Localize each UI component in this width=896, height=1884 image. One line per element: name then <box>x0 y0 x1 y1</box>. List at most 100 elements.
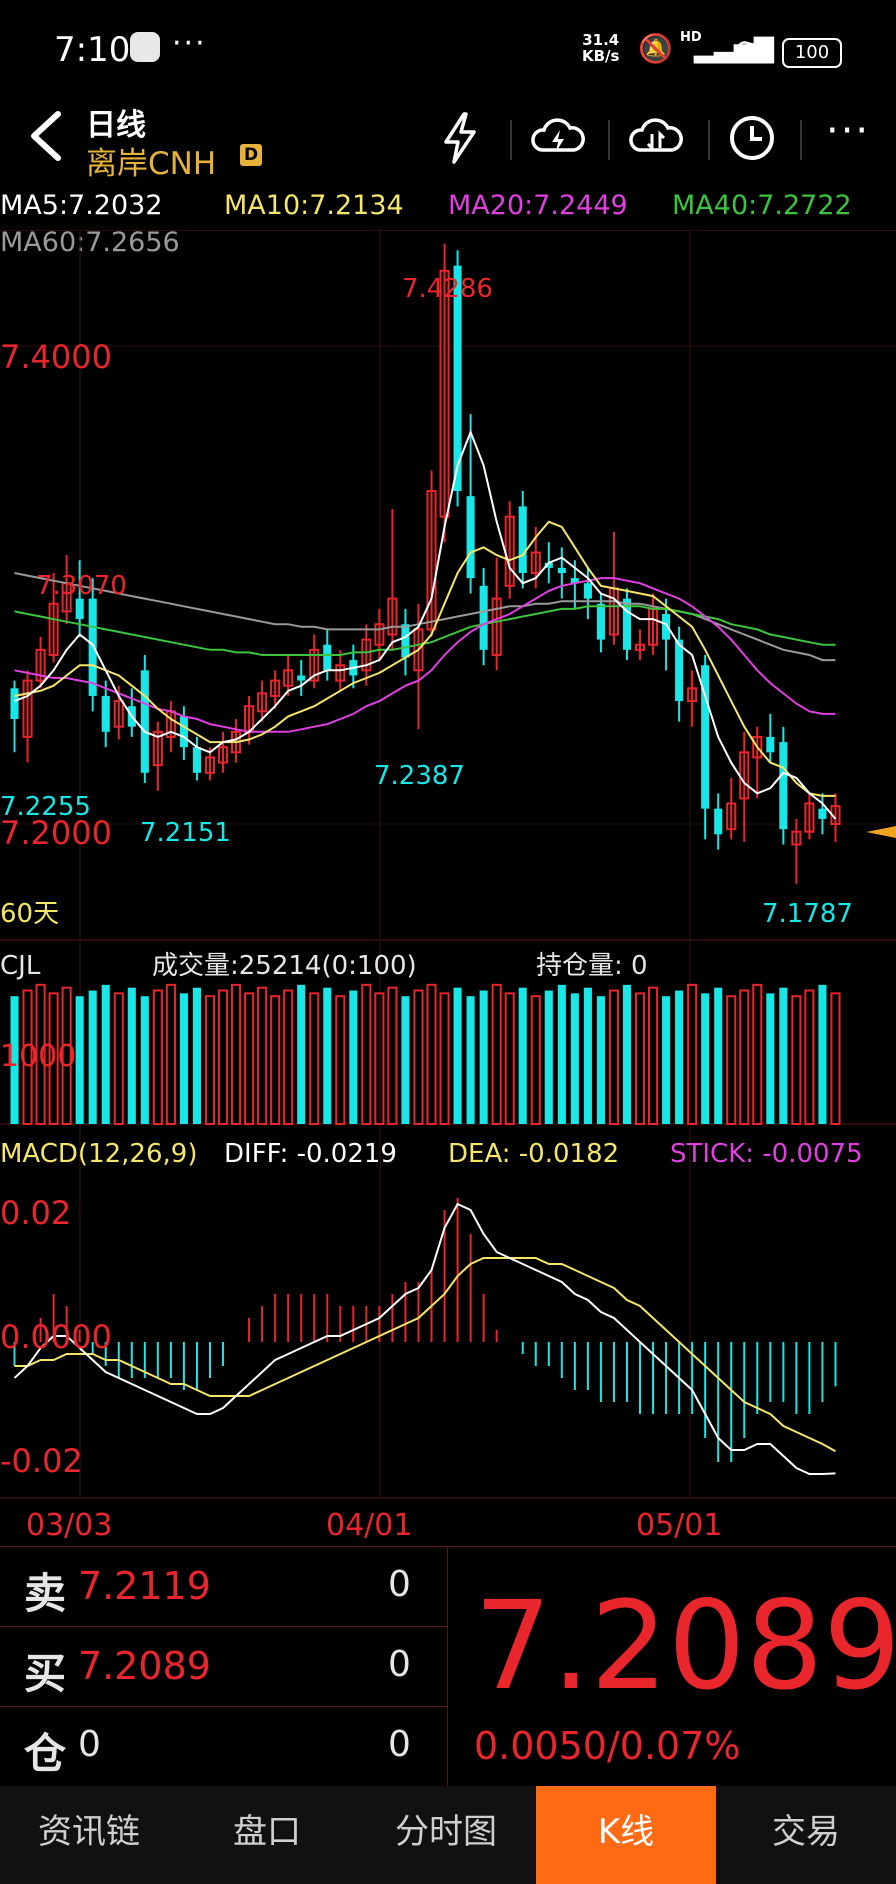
more-icon[interactable]: ··· <box>826 108 870 154</box>
macd-axis-bottom: -0.02 <box>0 1442 83 1480</box>
macd-lines-layer <box>13 1202 836 1475</box>
divider <box>0 1546 896 1547</box>
candle-body <box>779 742 788 830</box>
date-label-0303: 03/03 <box>26 1508 112 1540</box>
tab-timeshare[interactable]: 分时图 <box>356 1786 536 1884</box>
candle-body <box>596 603 605 640</box>
volume-bar <box>179 993 188 1124</box>
macd-diff: DIFF: -0.0219 <box>224 1139 397 1169</box>
volume-bar <box>140 996 149 1124</box>
price-change: 0.0050/0.07% <box>474 1724 741 1768</box>
macd-stick: STICK: -0.0075 <box>670 1139 863 1169</box>
candle-body <box>401 624 410 658</box>
volume-bar <box>791 995 802 1126</box>
volume-bar <box>714 987 723 1124</box>
macd-axis-top: 0.02 <box>0 1194 71 1232</box>
mute-icon: 🔕 <box>638 32 673 65</box>
ma-legend: MA5:7.2032 MA10:7.2134 MA20:7.2449 MA40:… <box>0 190 896 226</box>
dea-line <box>14 1257 836 1453</box>
buy-price[interactable]: 7.2089 <box>78 1644 211 1688</box>
position-label: 仓 <box>24 1729 67 1778</box>
wifi-icon: ≋ <box>736 32 762 67</box>
candle-body <box>323 644 332 671</box>
volume-bar <box>766 993 775 1124</box>
cloud-sync-icon[interactable] <box>626 108 686 168</box>
cloud-flash-icon[interactable] <box>528 108 588 168</box>
ma10-line <box>14 520 836 797</box>
date-label-0401: 04/01 <box>326 1508 412 1540</box>
tab-news-chain[interactable]: 资讯链 <box>0 1786 178 1884</box>
volume-text: 成交量:25214(0:100) <box>152 951 417 981</box>
volume-bar <box>491 983 502 1126</box>
volume-bar <box>779 987 788 1124</box>
volume-bar <box>101 984 110 1124</box>
volume-bar <box>127 987 136 1124</box>
candle-body <box>818 808 827 819</box>
candle-body <box>10 688 19 720</box>
volume-bar <box>518 987 527 1124</box>
volume-bar <box>88 990 97 1124</box>
candle-body <box>479 585 488 650</box>
volume-bar <box>453 987 462 1124</box>
divider <box>0 1706 447 1707</box>
candle-body <box>140 670 149 773</box>
candle-body <box>583 583 592 599</box>
volume-bar <box>570 993 579 1124</box>
volume-bar <box>297 984 306 1124</box>
tab-order-book[interactable]: 盘口 <box>178 1786 356 1884</box>
annotation-7-2151: 7.2151 <box>140 818 231 848</box>
volume-bar <box>439 992 450 1125</box>
candle-body <box>179 716 188 748</box>
volume-bar <box>830 992 841 1125</box>
header: 日线 离岸CNH D ··· <box>0 100 896 182</box>
ma40-label: MA40:7.2722 <box>672 190 852 221</box>
volume-bar <box>349 990 358 1124</box>
high-annotation: 7.4286 <box>402 274 493 304</box>
price-axis-top: 7.4000 <box>0 338 112 376</box>
tab-kline[interactable]: K线 <box>536 1786 716 1884</box>
tab-trade[interactable]: 交易 <box>716 1786 896 1884</box>
annotation-7-3070: 7.3070 <box>36 571 127 601</box>
divider <box>510 120 512 160</box>
volume-bar <box>544 990 553 1124</box>
notification-icon <box>130 32 160 62</box>
network-rate-unit: KB/s <box>582 47 620 65</box>
divider <box>0 1626 447 1627</box>
position-volume: 0 <box>388 1724 411 1765</box>
status-bar: 7:10 ··· 31.4 KB/s 🔕 HD ▂▃▅▇ ≋ 100 <box>0 0 896 100</box>
clock-icon[interactable] <box>722 108 782 168</box>
ma5-label: MA5:7.2032 <box>0 190 163 221</box>
candle-body <box>75 598 84 620</box>
volume-bar <box>596 996 605 1124</box>
candle-body <box>88 598 97 696</box>
volume-bar <box>818 984 827 1124</box>
signal-icon: ▂▃▅▇ <box>694 34 774 64</box>
volume-bar <box>739 989 750 1126</box>
divider <box>800 120 802 160</box>
candle-body <box>714 808 723 835</box>
macd-dea: DEA: -0.0182 <box>448 1139 619 1169</box>
volume-bar <box>583 987 592 1124</box>
sell-price[interactable]: 7.2119 <box>78 1564 211 1608</box>
buy-volume: 0 <box>388 1644 411 1685</box>
volume-bar <box>479 990 488 1124</box>
volume-bar <box>309 992 320 1125</box>
annotation-7-2255: 7.2255 <box>0 792 91 822</box>
volume-bar <box>662 996 671 1124</box>
volume-bar <box>752 983 763 1126</box>
open-interest-text: 持仓量: 0 <box>536 951 648 981</box>
status-time: 7:10 <box>54 30 131 70</box>
kline-chart[interactable]: 7.4000 7.2000 60天 7.4286 7.3070 7.2387 7… <box>0 230 896 1540</box>
volume-layer <box>10 983 841 1126</box>
volume-bar <box>361 983 372 1126</box>
volume-bar <box>374 992 385 1125</box>
network-rate-value: 31.4 <box>582 31 620 49</box>
back-icon[interactable] <box>18 106 78 166</box>
low-annotation: 7.1787 <box>762 899 853 929</box>
cjl-label: CJL <box>0 951 41 981</box>
ma20-line <box>14 577 836 733</box>
ma20-label: MA20:7.2449 <box>448 190 628 221</box>
volume-bar <box>401 996 410 1124</box>
flash-icon[interactable] <box>430 108 490 168</box>
sell-volume: 0 <box>388 1564 411 1605</box>
